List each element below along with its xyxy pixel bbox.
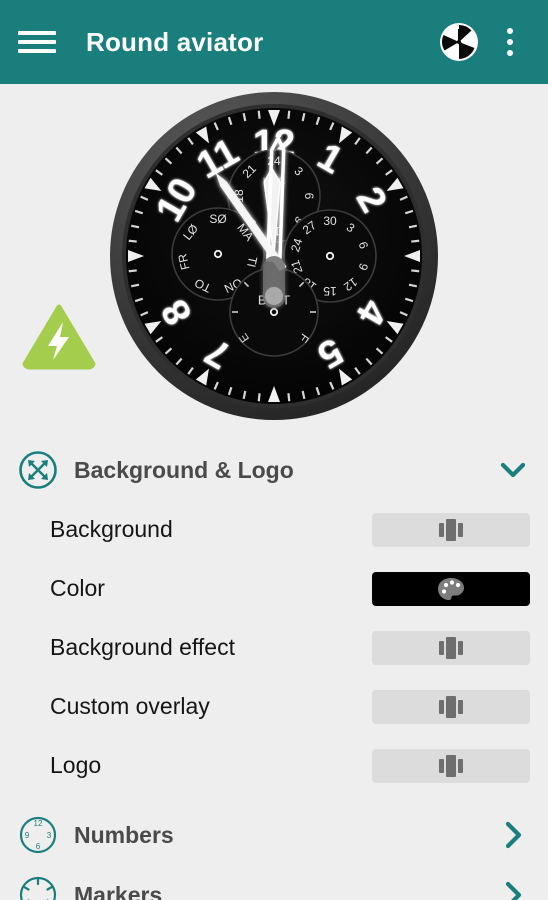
background-carousel-button[interactable] [372, 512, 530, 547]
hamburger-menu-icon[interactable] [18, 28, 56, 56]
color-palette-button[interactable] [372, 571, 530, 606]
carousel-icon [439, 518, 463, 541]
option-row-custom-overlay[interactable]: Custom overlay [0, 677, 548, 736]
section-header-markers[interactable]: Markers [0, 865, 548, 900]
section-title: Background & Logo [74, 456, 294, 483]
option-label: Custom overlay [50, 693, 210, 719]
option-label: Background [50, 516, 173, 542]
section-header-numbers[interactable]: 12 3 6 9 Numbers [0, 805, 548, 865]
option-row-background[interactable]: Background [0, 500, 548, 559]
chevron-right-icon[interactable] [496, 878, 530, 900]
logo-carousel-button[interactable] [372, 748, 530, 783]
background-effect-carousel-button[interactable] [372, 630, 530, 665]
svg-text:SØ: SØ [209, 212, 226, 226]
charging-bolt-badge-icon [22, 304, 96, 370]
section-header-background-and-logo[interactable]: Background & Logo [0, 440, 548, 500]
chevron-right-icon[interactable] [496, 818, 530, 852]
app-bar: Round aviator [0, 0, 548, 84]
overflow-menu-icon[interactable] [490, 19, 530, 65]
expand-arrows-icon [18, 450, 58, 490]
watch-face-icon[interactable] [436, 19, 482, 65]
option-row-logo[interactable]: Logo [0, 736, 548, 795]
palette-icon [438, 577, 464, 600]
svg-text:15: 15 [323, 284, 337, 298]
carousel-icon [439, 695, 463, 718]
svg-text:3: 3 [47, 831, 52, 840]
carousel-icon [439, 636, 463, 659]
settings-list: Background & Logo Background Color Backg… [0, 434, 548, 900]
option-label: Color [50, 575, 105, 601]
carousel-icon [439, 754, 463, 777]
section-title: Numbers [74, 821, 174, 848]
svg-text:6: 6 [36, 842, 41, 851]
watch-face-preview[interactable]: 121245781011 2436912151821UTCSØMATIONTOF… [108, 90, 440, 422]
svg-text:12: 12 [34, 819, 43, 828]
svg-text:24: 24 [267, 154, 281, 168]
chevron-down-icon[interactable] [496, 453, 530, 487]
option-label: Logo [50, 752, 102, 778]
clock-numbers-icon: 12 3 6 9 [18, 815, 58, 855]
custom-overlay-carousel-button[interactable] [372, 689, 530, 724]
svg-text:30: 30 [323, 214, 337, 228]
watch-preview-area: 121245781011 2436912151821UTCSØMATIONTOF… [0, 84, 548, 434]
option-label: Background effect [50, 634, 235, 660]
option-row-color[interactable]: Color [0, 559, 548, 618]
option-row-background-effect[interactable]: Background effect [0, 618, 548, 677]
clock-markers-icon [18, 875, 58, 900]
section-title: Markers [74, 881, 163, 900]
svg-text:9: 9 [25, 831, 30, 840]
page-title: Round aviator [86, 26, 264, 57]
